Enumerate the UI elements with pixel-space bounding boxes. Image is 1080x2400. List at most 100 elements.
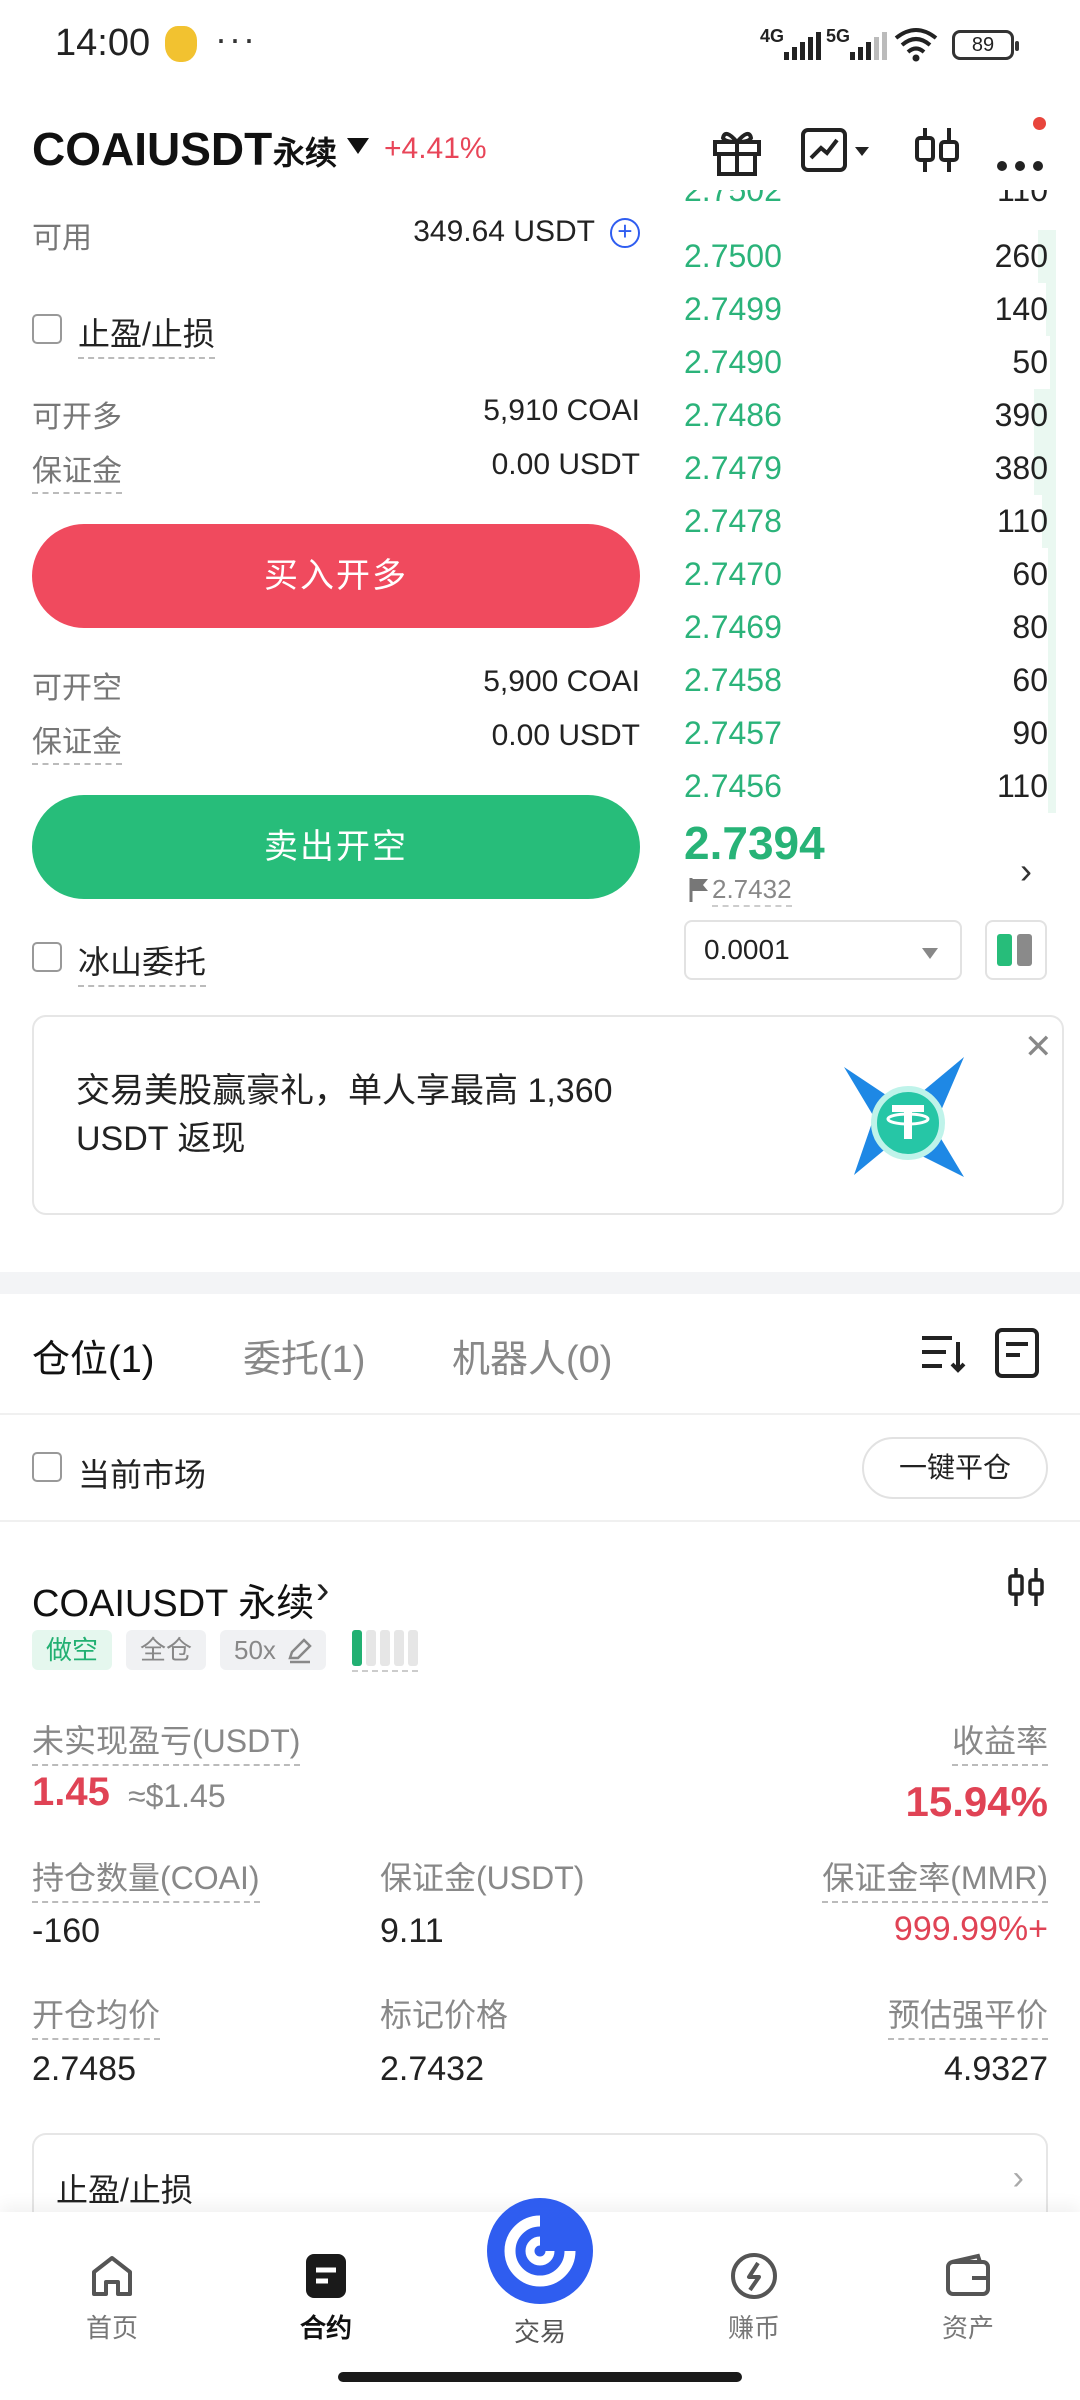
roe-label: 收益率 [951,1716,1048,1766]
sort-icon[interactable] [918,1328,968,1378]
short-margin-value: 0.00 USDT [491,719,640,752]
chevron-right-icon[interactable]: › [316,1568,329,1613]
more-icon[interactable] [992,120,1052,180]
position-title[interactable]: COAIUSDT 永续 [32,1572,314,1627]
order-book-qty: 60 [1012,662,1048,698]
position-size-value: -160 [32,1912,101,1950]
order-book-row[interactable]: 2.7486 390 [684,389,1056,442]
order-book-row[interactable]: 2.7470 60 [684,548,1056,601]
header: COAIUSDT 永续 +4.41% [0,100,1080,200]
tpsl-label[interactable]: 止盈/止损 [78,309,215,359]
nav-earn[interactable]: 赚币 [694,2250,814,2345]
buy-open-long-button[interactable]: 买入开多 [32,524,640,628]
sell-open-short-button[interactable]: 卖出开空 [32,795,640,899]
promo-banner[interactable]: 交易美股赢豪礼，单人享最高 1,360 USDT 返现 ✕ [32,1015,1064,1215]
dropdown-icon[interactable] [347,138,369,154]
liquidation-price-value: 4.9327 [944,2050,1048,2088]
order-book-price: 2.7478 [684,503,782,539]
order-history-icon[interactable] [992,1326,1044,1380]
short-margin-label: 保证金 [32,717,122,765]
leverage-value: 50x [234,1635,276,1665]
order-book-qty: 140 [994,291,1048,327]
entry-price-label: 开仓均价 [32,1990,161,2040]
candlestick-icon[interactable] [907,120,967,180]
nav-assets[interactable]: 资产 [908,2250,1028,2345]
order-book-row[interactable]: 2.7458 60 [684,654,1056,707]
iceberg-checkbox[interactable] [32,942,62,972]
unrealized-pnl-value: 1.45 [32,1770,110,1814]
tab-bots[interactable]: 机器人(0) [452,1328,612,1383]
notification-dot [1033,117,1046,130]
chevron-right-icon[interactable]: › [1020,850,1032,892]
order-book-price: 2.7479 [684,450,782,486]
chevron-right-icon: › [1012,2159,1024,2197]
order-book-price: 2.7499 [684,291,782,327]
order-book-row[interactable]: 2.7457 90 [684,707,1056,760]
chart-icon[interactable] [797,120,877,180]
current-market-label[interactable]: 当前市场 [78,1450,206,1496]
available-label: 可用 [32,222,92,255]
last-price[interactable]: 2.7394 [684,816,825,870]
more-notifications-icon: ··· [215,18,257,59]
trade-button[interactable] [487,2198,593,2304]
order-book-qty: 60 [1012,556,1048,592]
home-indicator[interactable] [338,2372,742,2382]
order-book-row[interactable]: 2.7490 50 [684,336,1056,389]
tab-positions[interactable]: 仓位(1) [32,1328,154,1383]
max-long-value: 5,910 COAI [483,394,640,427]
nav-futures-label: 合约 [299,2313,352,2343]
close-all-button[interactable]: 一键平仓 [862,1437,1048,1499]
order-book-row[interactable]: 2.7456 110 [684,760,1056,813]
transfer-plus-icon[interactable]: + [610,218,640,248]
position-margin-value: 9.11 [380,1912,444,1950]
iceberg-label[interactable]: 冰山委托 [78,937,207,987]
available-value: 349.64 USDT [413,215,595,248]
nav-trade-label[interactable]: 交易 [487,2312,593,2349]
order-book-row[interactable]: 2.7500 260 [684,230,1056,283]
battery-icon: 89 [952,30,1019,60]
roe-value: 15.94% [905,1778,1048,1825]
order-book-qty: 390 [994,397,1048,433]
current-market-checkbox[interactable] [32,1452,62,1482]
trading-pair[interactable]: COAIUSDT [32,122,272,176]
nav-earn-label: 赚币 [727,2313,780,2343]
close-icon[interactable]: ✕ [1024,1027,1053,1067]
promo-text: 交易美股赢豪礼，单人享最高 1,360 USDT 返现 [76,1072,613,1158]
nav-futures[interactable]: 合约 [266,2250,386,2345]
futures-icon [306,2254,346,2298]
flag-icon [689,878,708,902]
home-icon [92,2256,132,2296]
order-book-price: 2.7470 [684,556,782,592]
order-book-row[interactable]: 2.7469 80 [684,601,1056,654]
mark-price-label: 标记价格 [380,1997,509,2033]
book-layout-button[interactable] [985,920,1047,980]
precision-value: 0.0001 [704,934,790,965]
order-book-row[interactable]: 2.7499 140 [684,283,1056,336]
nav-home[interactable]: 首页 [52,2250,172,2345]
tab-orders[interactable]: 委托(1) [243,1328,365,1383]
precision-select[interactable]: 0.0001 [684,920,962,980]
margin-mode-badge: 全仓 [126,1630,207,1670]
contract-type[interactable]: 永续 [273,128,337,174]
candlestick-icon[interactable] [1004,1564,1048,1610]
max-long-label: 可开多 [32,401,122,434]
trade-icon [504,2215,576,2287]
order-book-qty: 110 [996,503,1048,539]
app-notification-icon [165,26,197,62]
position-margin-label: 保证金(USDT) [380,1860,585,1896]
bottom-nav: 首页 合约 交易 赚币 资产 [0,2198,1080,2400]
edit-icon[interactable] [286,1636,314,1664]
section-divider [0,1272,1080,1294]
mark-price: 2.7432 [712,874,792,907]
order-book-price: 2.7457 [684,715,782,751]
order-book-row[interactable]: 2.7478 110 [684,495,1056,548]
order-book-row[interactable]: 2.7479 380 [684,442,1056,495]
order-book-price: 2.7456 [684,768,782,804]
order-book-qty: 80 [1012,609,1048,645]
tpsl-checkbox[interactable] [32,314,62,344]
mmr-value: 999.99%+ [893,1910,1048,1948]
gift-icon[interactable] [707,120,767,180]
liquidation-price-label: 预估强平价 [887,1990,1048,2040]
promo-usdt-icon [844,1057,964,1177]
risk-level-indicator [352,1630,418,1672]
